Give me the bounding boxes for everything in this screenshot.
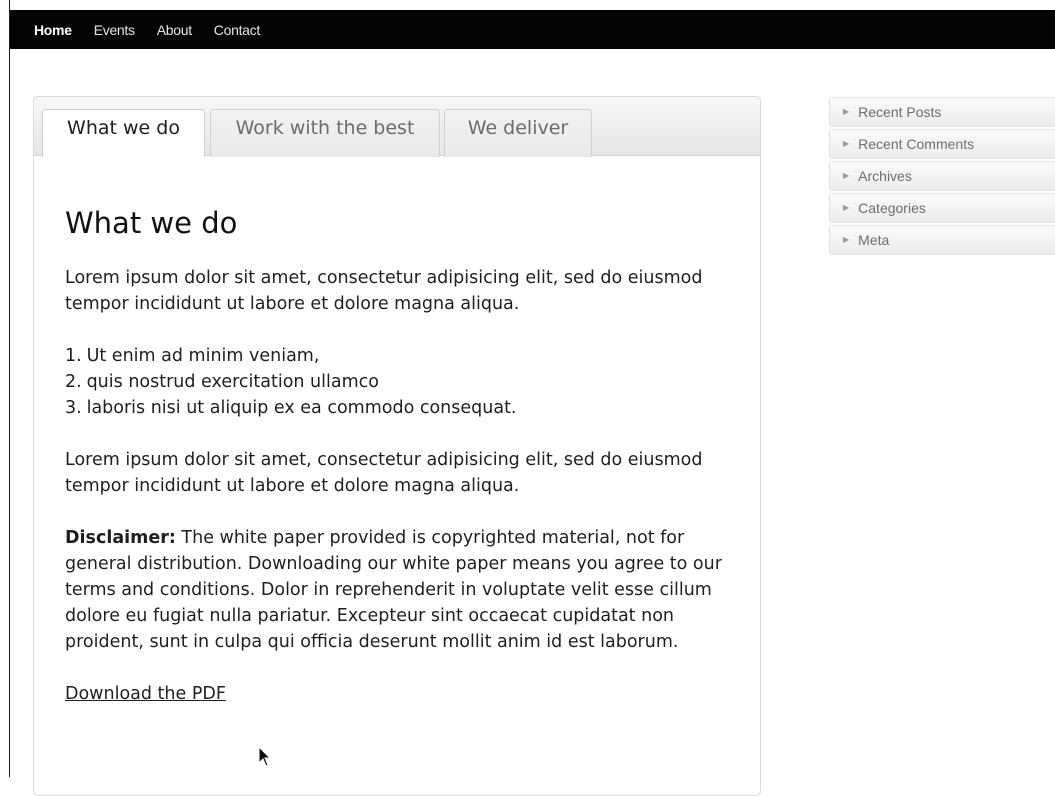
tab-panel: What we do Work with the best We deliver… xyxy=(33,96,761,796)
triangle-right-icon: ▶ xyxy=(843,202,850,212)
tab-label: We deliver xyxy=(467,116,569,139)
list-item: 1. Ut enim ad minim veniam, xyxy=(65,343,745,369)
widget-label: Archives xyxy=(858,168,912,184)
tab-work-with-the-best[interactable]: Work with the best xyxy=(210,109,440,157)
window-edge xyxy=(9,0,10,777)
intro-paragraph: Lorem ipsum dolor sit amet, consectetur … xyxy=(65,268,703,314)
tab-content: What we do Lorem ipsum dolor sit amet, c… xyxy=(65,205,745,707)
tab-what-we-do[interactable]: What we do xyxy=(42,109,205,157)
disclaimer-paragraph: Disclaimer: The white paper provided is … xyxy=(65,525,745,655)
widget-meta[interactable]: ▶ Meta xyxy=(829,225,1055,255)
numbered-list: 1. Ut enim ad minim veniam, 2. quis nost… xyxy=(65,343,745,421)
browser-page: Home Events About Contact What we do Wor… xyxy=(0,0,1055,796)
list-item: 3. laboris nisi ut aliquip ex ea commodo… xyxy=(65,395,745,421)
triangle-right-icon: ▶ xyxy=(843,234,850,244)
widget-label: Recent Comments xyxy=(858,136,975,152)
widget-recent-comments[interactable]: ▶ Recent Comments xyxy=(829,129,1055,159)
widget-label: Meta xyxy=(858,232,890,248)
top-navigation: Home Events About Contact xyxy=(10,10,1055,49)
list-number: 1. xyxy=(65,346,82,366)
widget-archives[interactable]: ▶ Archives xyxy=(829,161,1055,191)
mouse-cursor-icon xyxy=(258,746,272,767)
list-number: 3. xyxy=(65,398,82,418)
download-pdf-link[interactable]: Download the PDF xyxy=(65,684,226,704)
widget-recent-posts[interactable]: ▶ Recent Posts xyxy=(829,97,1055,127)
triangle-right-icon: ▶ xyxy=(843,138,850,148)
triangle-right-icon: ▶ xyxy=(843,106,850,116)
list-number: 2. xyxy=(65,372,82,392)
widget-label: Categories xyxy=(858,200,926,216)
widget-categories[interactable]: ▶ Categories xyxy=(829,193,1055,223)
list-item: 2. quis nostrud exercitation ullamco xyxy=(65,369,745,395)
nav-events-link[interactable]: Events xyxy=(94,22,135,38)
widget-label: Recent Posts xyxy=(858,104,942,120)
sidebar: ▶ Recent Posts ▶ Recent Comments ▶ Archi… xyxy=(829,97,1055,257)
second-paragraph: Lorem ipsum dolor sit amet, consectetur … xyxy=(65,450,703,496)
tab-label: What we do xyxy=(67,116,180,139)
list-text: quis nostrud exercitation ullamco xyxy=(86,372,379,392)
nav-home-link[interactable]: Home xyxy=(34,22,72,38)
list-text: Ut enim ad minim veniam, xyxy=(86,346,320,366)
disclaimer-label: Disclaimer: xyxy=(65,528,176,548)
tab-label: Work with the best xyxy=(235,116,415,139)
triangle-right-icon: ▶ xyxy=(843,170,850,180)
list-text: laboris nisi ut aliquip ex ea commodo co… xyxy=(86,398,517,418)
nav-about-link[interactable]: About xyxy=(157,22,192,38)
nav-contact-link[interactable]: Contact xyxy=(214,22,260,38)
tab-bar: What we do Work with the best We deliver xyxy=(34,97,760,157)
content-heading: What we do xyxy=(65,206,238,240)
tab-we-deliver[interactable]: We deliver xyxy=(444,109,592,157)
